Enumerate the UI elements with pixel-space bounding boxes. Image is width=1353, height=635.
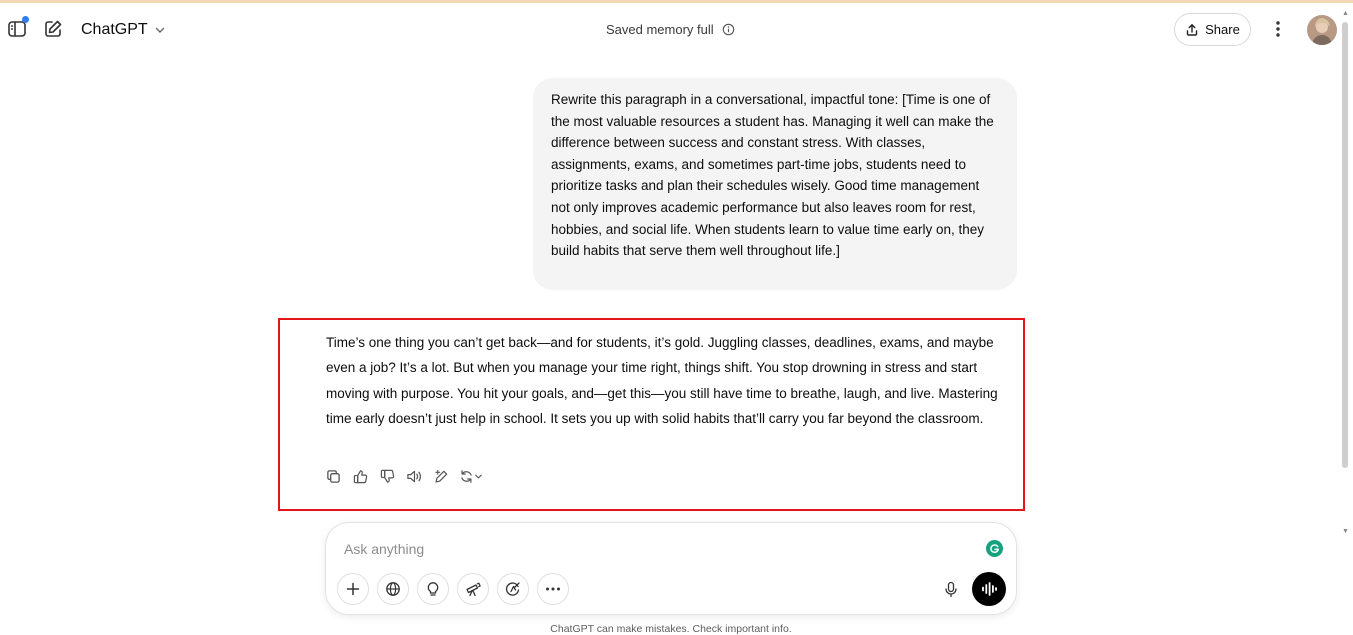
- lightbulb-icon: [427, 582, 439, 596]
- info-icon: [722, 23, 734, 36]
- memory-status[interactable]: Saved memory full: [606, 22, 735, 37]
- read-aloud-button[interactable]: [406, 467, 422, 485]
- thumbs-up-icon: [353, 469, 367, 483]
- copy-button[interactable]: [325, 467, 341, 485]
- message-actions: [325, 467, 484, 485]
- create-image-button[interactable]: [497, 573, 529, 605]
- sidebar-toggle-button[interactable]: [5, 16, 29, 41]
- share-icon: [1186, 23, 1198, 36]
- bad-response-button[interactable]: [379, 467, 395, 485]
- edit-canvas-icon: [434, 469, 447, 483]
- globe-icon: [386, 582, 400, 596]
- avatar[interactable]: [1307, 15, 1337, 45]
- composer: [325, 522, 1017, 615]
- more-tools-button[interactable]: [537, 573, 569, 605]
- user-avatar-image: [1307, 15, 1337, 45]
- voice-mode-icon: [982, 582, 997, 596]
- model-selector[interactable]: ChatGPT: [81, 20, 166, 40]
- disclaimer: ChatGPT can make mistakes. Check importa…: [550, 623, 792, 635]
- scrollbar[interactable]: [1340, 20, 1350, 540]
- chevron-down-icon: [155, 27, 164, 33]
- share-button[interactable]: Share: [1174, 13, 1251, 46]
- edit-icon: [45, 20, 62, 37]
- more-options-button[interactable]: [1266, 17, 1290, 41]
- plus-icon: [346, 582, 360, 596]
- edit-in-canvas-button[interactable]: [433, 467, 449, 485]
- user-message-bubble: Rewrite this paragraph in a conversation…: [533, 78, 1017, 290]
- scroll-down-arrow-icon[interactable]: ▼: [1342, 528, 1349, 535]
- ellipsis-icon: [546, 587, 560, 591]
- copy-icon: [326, 469, 340, 483]
- image-icon: [505, 582, 520, 596]
- model-name: ChatGPT: [81, 21, 148, 38]
- good-response-button[interactable]: [352, 467, 368, 485]
- notification-dot: [22, 16, 29, 23]
- grammarly-icon: [990, 544, 1000, 553]
- scroll-up-arrow-icon[interactable]: ▲: [1342, 10, 1349, 17]
- search-web-button[interactable]: [377, 573, 409, 605]
- thumbs-down-icon: [380, 469, 394, 483]
- deep-research-button[interactable]: [457, 573, 489, 605]
- grammarly-button[interactable]: [986, 540, 1003, 557]
- read-aloud-icon: [407, 470, 421, 482]
- voice-mode-button[interactable]: [972, 572, 1006, 606]
- regenerate-button[interactable]: [460, 467, 484, 485]
- memory-status-label: Saved memory full: [606, 22, 714, 37]
- dots-vertical-icon: [1276, 21, 1280, 37]
- top-bar: ChatGPT Saved memory full Share: [0, 3, 1353, 55]
- reason-button[interactable]: [417, 573, 449, 605]
- mic-icon: [945, 581, 957, 597]
- dictate-button[interactable]: [935, 573, 967, 605]
- new-chat-button[interactable]: [41, 17, 65, 41]
- message-input[interactable]: [344, 537, 964, 561]
- share-label: Share: [1205, 22, 1240, 37]
- assistant-message: Time’s one thing you can’t get back—and …: [326, 335, 998, 426]
- scrollbar-thumb[interactable]: [1342, 22, 1348, 468]
- regenerate-icon: [461, 469, 482, 483]
- telescope-icon: [466, 582, 481, 597]
- add-attachment-button[interactable]: [337, 573, 369, 605]
